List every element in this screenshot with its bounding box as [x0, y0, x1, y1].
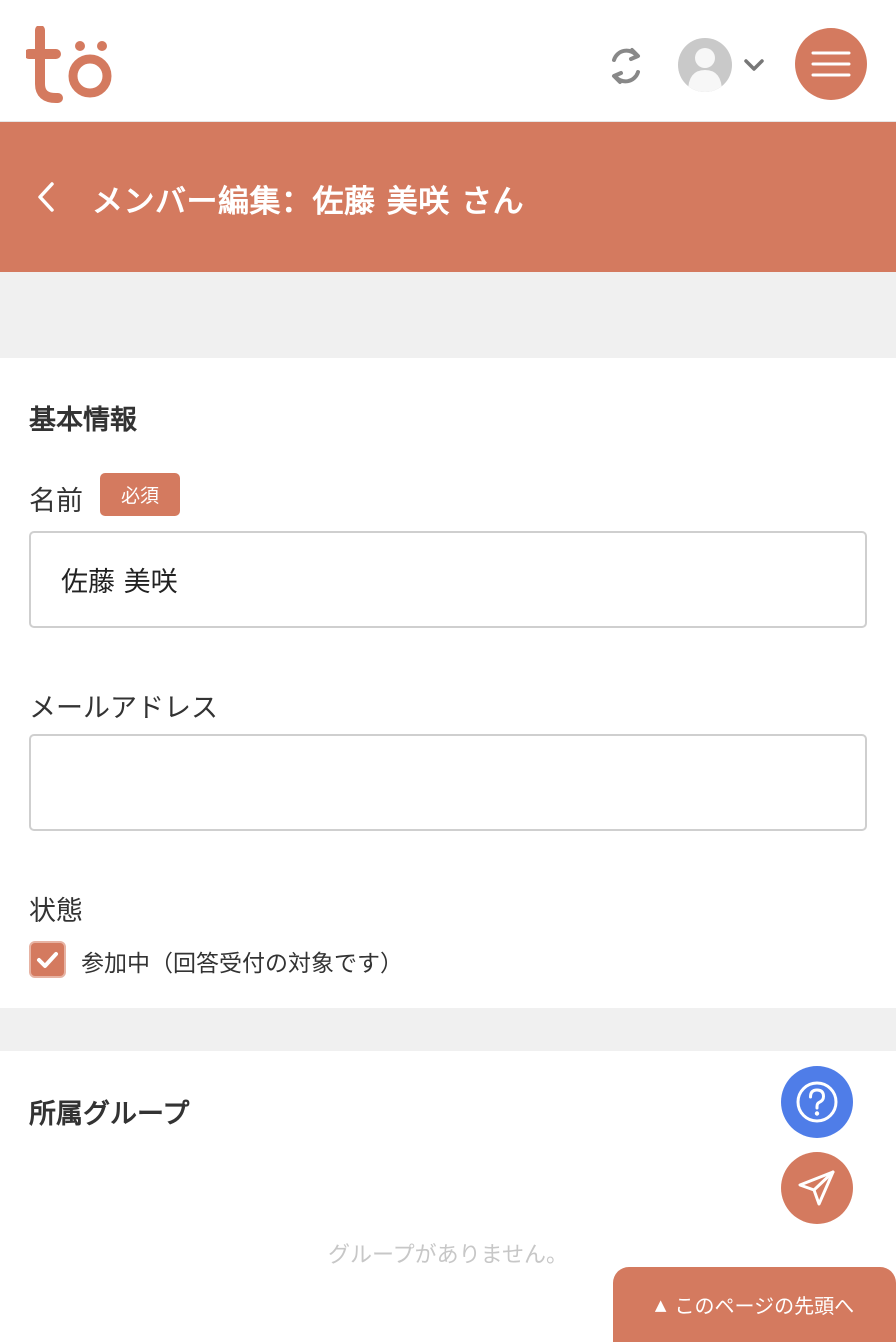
active-checkbox-label[interactable]: 参加中（回答受付の対象です） — [81, 944, 403, 978]
paper-plane-icon — [798, 1170, 835, 1206]
up-triangle-icon: ▲ — [654, 1295, 667, 1314]
user-avatar-icon — [688, 48, 722, 92]
page-title: メンバー編集：佐藤 美咲 さん — [92, 184, 525, 220]
question-circle-icon — [796, 1081, 838, 1123]
to-logo[interactable] — [26, 26, 118, 104]
back-to-top-button[interactable]: ▲ このページの先頭へ — [613, 1267, 896, 1342]
status-label: 状態 — [29, 896, 83, 927]
name-label: 名前 — [29, 486, 83, 517]
email-input[interactable] — [29, 734, 867, 831]
hamburger-menu-button[interactable] — [795, 28, 867, 100]
hamburger-menu-icon — [811, 51, 851, 77]
name-input[interactable] — [29, 531, 867, 628]
groups-empty-message: グループがありません。 — [327, 1243, 569, 1268]
sync-icon[interactable] — [606, 44, 646, 88]
avatar — [678, 38, 732, 92]
chevron-left-icon[interactable] — [32, 178, 62, 216]
page-title-bar: メンバー編集：佐藤 美咲 さん — [0, 122, 896, 272]
chevron-down-icon — [744, 59, 764, 71]
top-header — [0, 0, 896, 122]
check-icon — [37, 952, 58, 968]
required-badge: 必須 — [100, 473, 180, 516]
active-checkbox[interactable] — [29, 941, 66, 978]
user-menu[interactable] — [678, 38, 770, 92]
basic-info-title: 基本情報 — [29, 405, 137, 436]
groups-title: 所属グループ — [29, 1099, 190, 1130]
help-button[interactable] — [781, 1066, 853, 1138]
back-to-top-label: このページの先頭へ — [674, 1294, 855, 1318]
page: メンバー編集：佐藤 美咲 さん 基本情報 名前 必須 メールアドレス 状態 参加… — [0, 0, 896, 1342]
send-button[interactable] — [781, 1152, 853, 1224]
email-label: メールアドレス — [29, 693, 218, 724]
basic-info-section: 基本情報 名前 必須 メールアドレス 状態 参加中（回答受付の対象です） — [0, 358, 896, 1008]
